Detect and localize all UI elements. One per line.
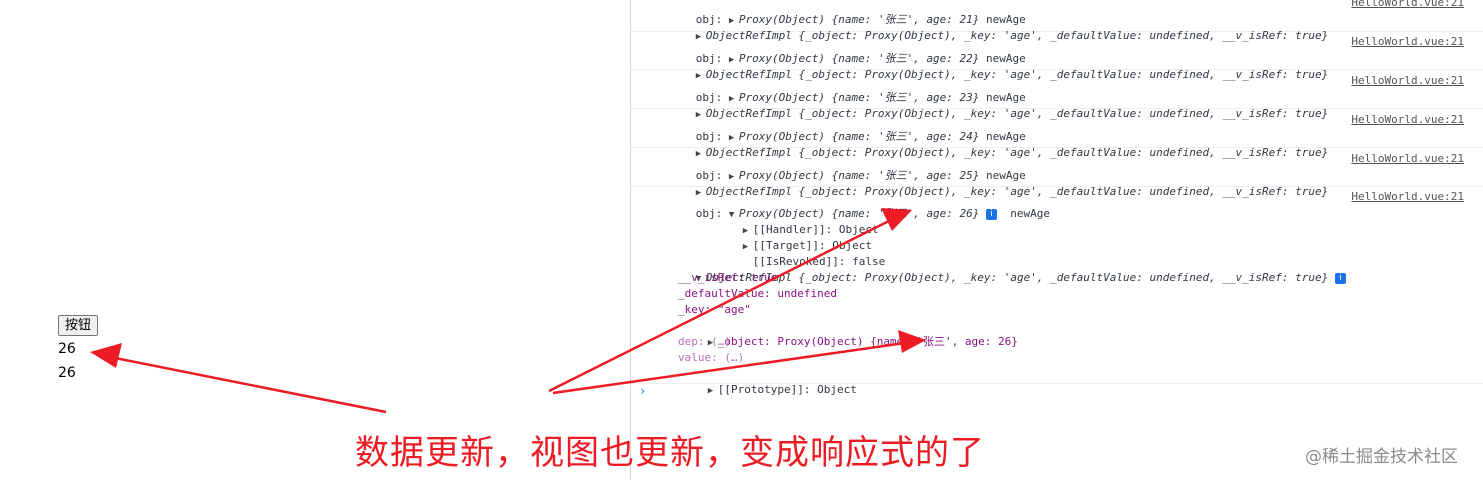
annotation-caption: 数据更新，视图也更新，变成响应式的了	[355, 433, 985, 473]
app-panel: 按钮 26 26	[0, 0, 630, 480]
console-prompt-icon[interactable]: ›	[639, 384, 646, 398]
prop-object: _object: Proxy(Object) {name: '张三', age:…	[717, 335, 1018, 348]
source-link[interactable]: HelloWorld.vue:21	[1351, 152, 1464, 165]
console-entry: obj: ▶ Proxy(Object) {name: '张三', age: 24…	[631, 109, 1483, 159]
source-link[interactable]: HelloWorld.vue:21	[1351, 113, 1464, 126]
console-line-obj: obj: ▶ Proxy(Object) {name: '张三', age: 21…	[656, 0, 1026, 26]
console-line-obj: obj: ▶ Proxy(Object) {name: '张三', age: 25…	[656, 152, 1026, 182]
console-entry: obj: ▶ Proxy(Object) {name: '张三', age: 21…	[631, 0, 1483, 42]
source-link[interactable]: HelloWorld.vue:21	[1351, 35, 1464, 48]
revoked-row: [[IsRevoked]]: false	[713, 238, 885, 268]
app-value-1: 26	[58, 341, 76, 357]
new-age-label: newAge	[1010, 207, 1051, 220]
info-icon[interactable]: i	[1334, 272, 1346, 284]
source-link[interactable]: HelloWorld.vue:21	[1351, 0, 1464, 9]
console-line-obj: obj: ▶ Proxy(Object) {name: '张三', age: 23…	[656, 74, 1026, 104]
prop-dep[interactable]: dep: (…)	[678, 334, 731, 350]
console-line-obj: obj: ▶ Proxy(Object) {name: '张三', age: 22…	[656, 35, 1026, 65]
prop-object-row[interactable]: ▶ _object: Proxy(Object) {name: '张三', age…	[668, 318, 1018, 348]
prop-prototype: [[Prototype]]: Object	[717, 383, 857, 396]
prop-v-isref: __v_isRef: true	[678, 271, 778, 284]
console-line-ref: ▶ ObjectRefImpl {_object: Proxy(Object), …	[656, 168, 1329, 198]
console-line-obj: obj: ▶ Proxy(Object) {name: '张三', age: 24…	[656, 113, 1026, 143]
handler-row[interactable]: ▶ [[Handler]]: Object	[703, 206, 879, 236]
console-line-ref: ▶ ObjectRefImpl {_object: Proxy(Object), …	[656, 90, 1329, 120]
info-icon[interactable]: i	[986, 208, 998, 220]
console-entry: obj: ▶ Proxy(Object) {name: '张三', age: 22…	[631, 31, 1483, 81]
prop-value[interactable]: value: (…)	[678, 350, 744, 366]
devtools-console: obj: ▶ Proxy(Object) {name: '张三', age: 21…	[630, 0, 1483, 480]
console-line-ref: ▶ ObjectRefImpl {_object: Proxy(Object), …	[656, 129, 1329, 159]
app-value-2: 26	[58, 365, 76, 381]
source-link[interactable]: HelloWorld.vue:21	[1351, 190, 1464, 203]
console-line-obj: obj: ▼ Proxy(Object) {name: '张三', age: 26…	[656, 190, 1050, 220]
console-line-ref: ▶ ObjectRefImpl {_object: Proxy(Object), …	[656, 12, 1329, 42]
watermark: @稀土掘金技术社区	[1305, 447, 1458, 467]
target-row[interactable]: ▶ [[Target]]: Object	[703, 222, 872, 252]
prop-default-value: _defaultValue: undefined	[678, 287, 837, 300]
console-entry-expanded: obj: ▼ Proxy(Object) {name: '张三', age: 26…	[631, 187, 1483, 396]
ref-text: ObjectRefImpl {_object: Proxy(Object), _…	[705, 271, 1329, 284]
app-button[interactable]: 按钮	[58, 315, 99, 336]
console-entry: obj: ▶ Proxy(Object) {name: '张三', age: 25…	[631, 148, 1483, 198]
expand-triangle-icon[interactable]: ▶	[708, 383, 718, 399]
console-line-ref: ▼ ObjectRefImpl {_object: Proxy(Object), …	[656, 254, 1346, 284]
prop-key: _key: "age"	[678, 303, 751, 316]
source-link[interactable]: HelloWorld.vue:21	[1351, 74, 1464, 87]
console-line-ref: ▶ ObjectRefImpl {_object: Proxy(Object), …	[656, 51, 1329, 81]
prop-prototype-row[interactable]: ▶ [[Prototype]]: Object	[668, 366, 857, 396]
console-entry: obj: ▶ Proxy(Object) {name: '张三', age: 23…	[631, 70, 1483, 120]
